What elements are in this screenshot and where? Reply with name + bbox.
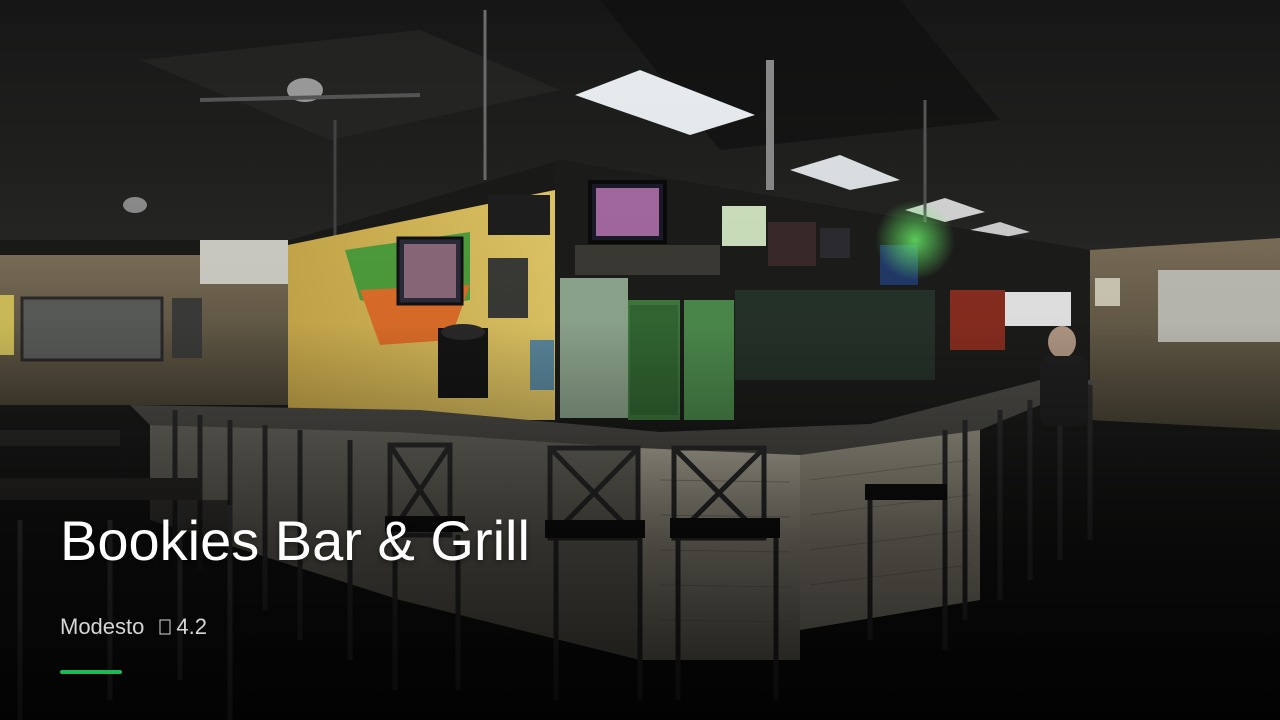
venue-rating: 4.2	[176, 614, 207, 639]
venue-hero-card: Bookies Bar & Grill Modesto 4.2	[0, 0, 1280, 720]
venue-title: Bookies Bar & Grill	[60, 509, 530, 572]
venue-meta: Modesto 4.2	[60, 612, 207, 642]
accent-underline	[60, 670, 122, 674]
venue-city: Modesto	[60, 614, 145, 639]
star-icon	[158, 618, 172, 636]
